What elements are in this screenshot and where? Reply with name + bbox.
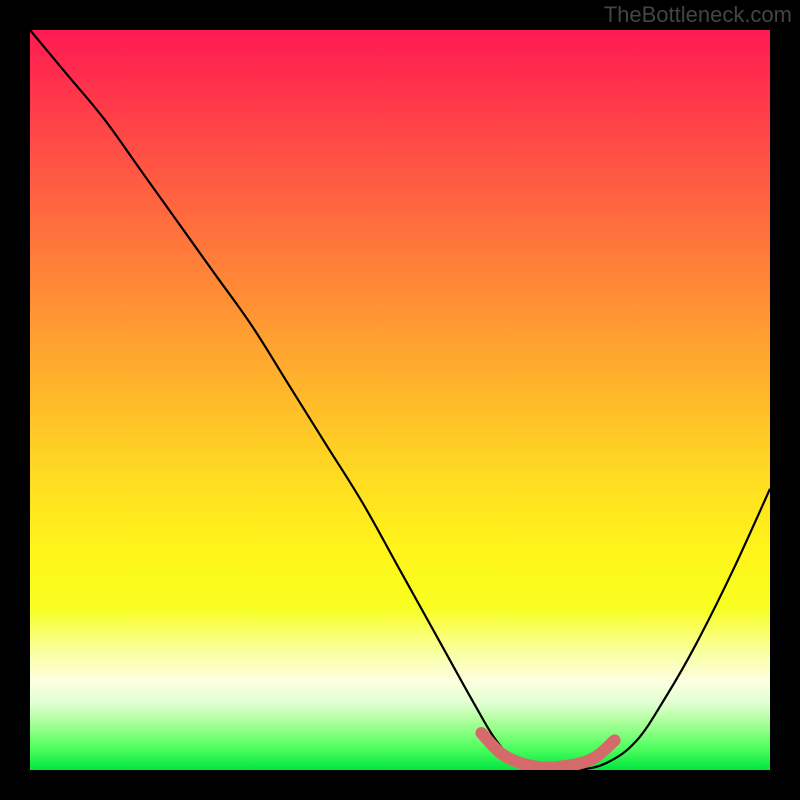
chart-svg	[30, 30, 770, 770]
bottleneck-curve	[30, 30, 770, 770]
optimal-range-highlight	[481, 733, 614, 768]
watermark-text: TheBottleneck.com	[604, 2, 792, 28]
chart-plot-area	[30, 30, 770, 770]
